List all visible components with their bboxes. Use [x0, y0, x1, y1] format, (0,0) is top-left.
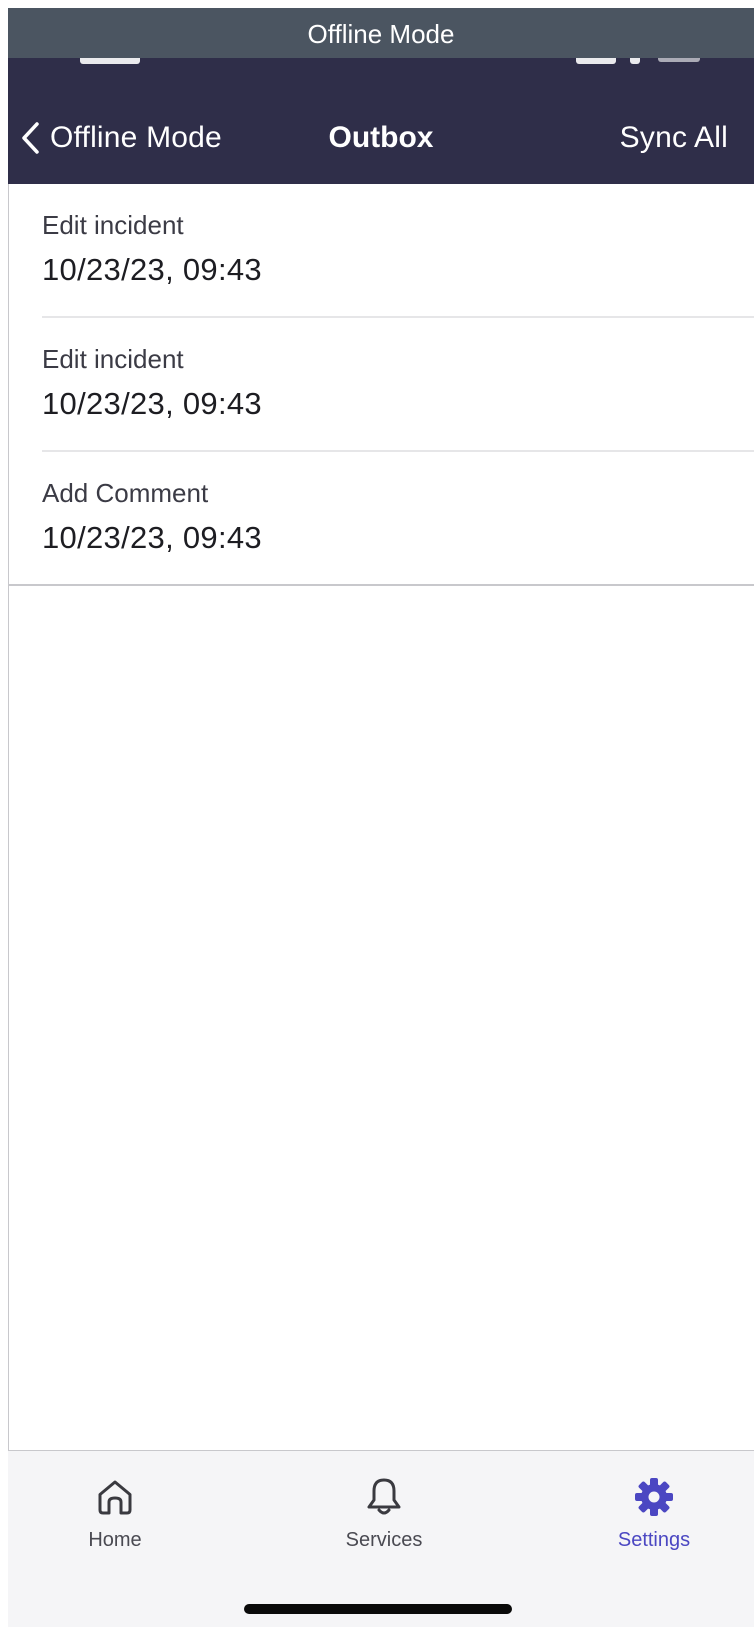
status-bar-remnant [576, 58, 616, 64]
back-button[interactable]: Offline Mode [20, 116, 222, 160]
status-bar-remnant [630, 58, 640, 64]
outbox-item-action: Edit incident [42, 210, 184, 240]
status-bar-remnant [80, 58, 140, 64]
outbox-item-timestamp: 10/23/23, 09:43 [42, 386, 262, 421]
bell-icon [367, 1478, 401, 1515]
outbox-item[interactable]: Edit incident 10/23/23, 09:43 [9, 318, 754, 452]
home-icon [98, 1480, 132, 1515]
navigation-header: Offline Mode Outbox Sync All [8, 58, 754, 184]
back-button-label: Offline Mode [50, 121, 222, 154]
sync-all-button[interactable]: Sync All [620, 116, 728, 160]
tab-home[interactable]: Home [35, 1475, 195, 1567]
home-indicator [244, 1604, 512, 1614]
outbox-item-action: Edit incident [42, 344, 184, 374]
gear-icon [635, 1478, 673, 1516]
status-bar-remnant [658, 58, 700, 62]
outbox-item-timestamp: 10/23/23, 09:43 [42, 252, 262, 287]
tab-settings-label: Settings [617, 1529, 691, 1551]
chevron-left-icon [22, 122, 39, 154]
tab-bar: Home Services Settings [8, 1450, 754, 1627]
empty-content-area [8, 586, 754, 1450]
outbox-item[interactable]: Edit incident 10/23/23, 09:43 [9, 184, 754, 318]
outbox-screen: Offline Mode Offline Mode Outbox Sync Al… [0, 0, 754, 1627]
outbox-item[interactable]: Add Comment 10/23/23, 09:43 [9, 452, 754, 586]
offline-banner: Offline Mode [8, 8, 754, 58]
outbox-item-action: Add Comment [42, 478, 209, 508]
outbox-list: Edit incident 10/23/23, 09:43 Edit incid… [8, 184, 754, 586]
tab-services-label: Services [345, 1529, 423, 1551]
outbox-item-timestamp: 10/23/23, 09:43 [42, 520, 262, 555]
tab-services[interactable]: Services [304, 1475, 464, 1567]
tab-settings[interactable]: Settings [574, 1475, 734, 1567]
tab-home-label: Home [88, 1529, 142, 1551]
